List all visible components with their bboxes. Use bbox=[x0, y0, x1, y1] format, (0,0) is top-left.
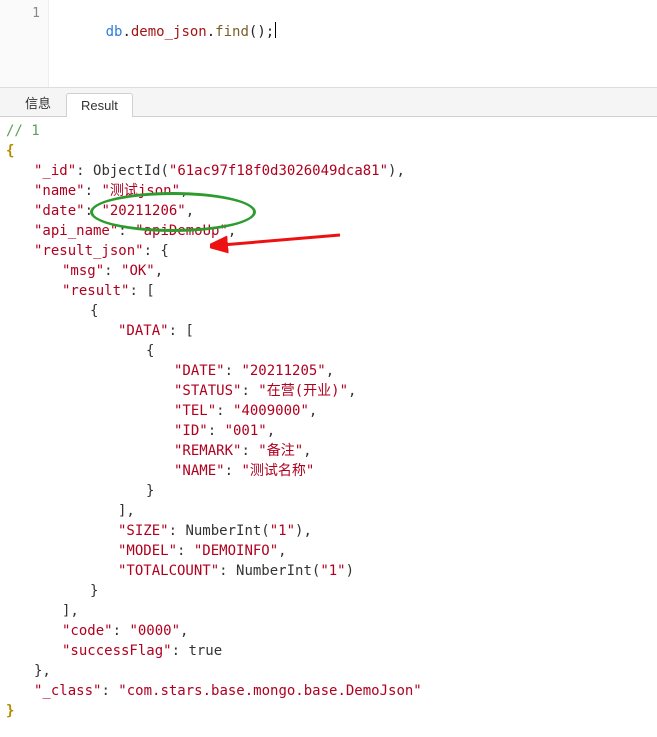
field-data-remark: "REMARK": "备注", bbox=[6, 441, 651, 461]
field-result-arr: "result": [ bbox=[6, 281, 651, 301]
result-tabbar: 信息 Result bbox=[0, 88, 657, 117]
token-tail: (); bbox=[249, 24, 274, 40]
token-collection: demo_json bbox=[131, 24, 207, 40]
field-data-arr: "DATA": [ bbox=[6, 321, 651, 341]
token-db: db bbox=[106, 24, 123, 40]
result-index-comment: // 1 bbox=[6, 121, 651, 141]
field-code: "code": "0000", bbox=[6, 621, 651, 641]
tab-result[interactable]: Result bbox=[66, 93, 133, 117]
brace-data-open: { bbox=[6, 341, 651, 361]
field-api-name: "api_name": "apiDemoUp", bbox=[6, 221, 651, 241]
brace-open: { bbox=[6, 141, 651, 161]
caret-icon bbox=[275, 22, 276, 38]
field-id: "_id": ObjectId("61ac97f18f0d3026049dca8… bbox=[6, 161, 651, 181]
bracket-data-close: ], bbox=[6, 501, 651, 521]
field-data-tel: "TEL": "4009000", bbox=[6, 401, 651, 421]
brace-close: } bbox=[6, 701, 651, 721]
field-data-id: "ID": "001", bbox=[6, 421, 651, 441]
tab-info[interactable]: 信息 bbox=[10, 88, 66, 116]
bracket-result-close: ], bbox=[6, 601, 651, 621]
code-editor[interactable]: 1 db.demo_json.find(); bbox=[0, 0, 657, 88]
result-pane[interactable]: // 1 { "_id": ObjectId("61ac97f18f0d3026… bbox=[0, 117, 657, 731]
brace-rj-close: }, bbox=[6, 661, 651, 681]
field-data-date: "DATE": "20211205", bbox=[6, 361, 651, 381]
field-data-status: "STATUS": "在营(开业)", bbox=[6, 381, 651, 401]
brace-data-close: } bbox=[6, 481, 651, 501]
brace-inner-open: { bbox=[6, 301, 651, 321]
field-model: "MODEL": "DEMOINFO", bbox=[6, 541, 651, 561]
line-gutter: 1 bbox=[0, 0, 49, 87]
field-result-json: "result_json": { bbox=[6, 241, 651, 261]
code-line[interactable]: db.demo_json.find(); bbox=[49, 0, 276, 87]
field-data-name: "NAME": "测试名称" bbox=[6, 461, 651, 481]
field-totalcount: "TOTALCOUNT": NumberInt("1") bbox=[6, 561, 651, 581]
field-msg: "msg": "OK", bbox=[6, 261, 651, 281]
line-number: 1 bbox=[32, 6, 40, 21]
field-date: "date": "20211206", bbox=[6, 201, 651, 221]
brace-inner-close: } bbox=[6, 581, 651, 601]
field-class: "_class": "com.stars.base.mongo.base.Dem… bbox=[6, 681, 651, 701]
field-size: "SIZE": NumberInt("1"), bbox=[6, 521, 651, 541]
field-name: "name": "测试json", bbox=[6, 181, 651, 201]
token-find: find bbox=[215, 24, 249, 40]
field-successflag: "successFlag": true bbox=[6, 641, 651, 661]
